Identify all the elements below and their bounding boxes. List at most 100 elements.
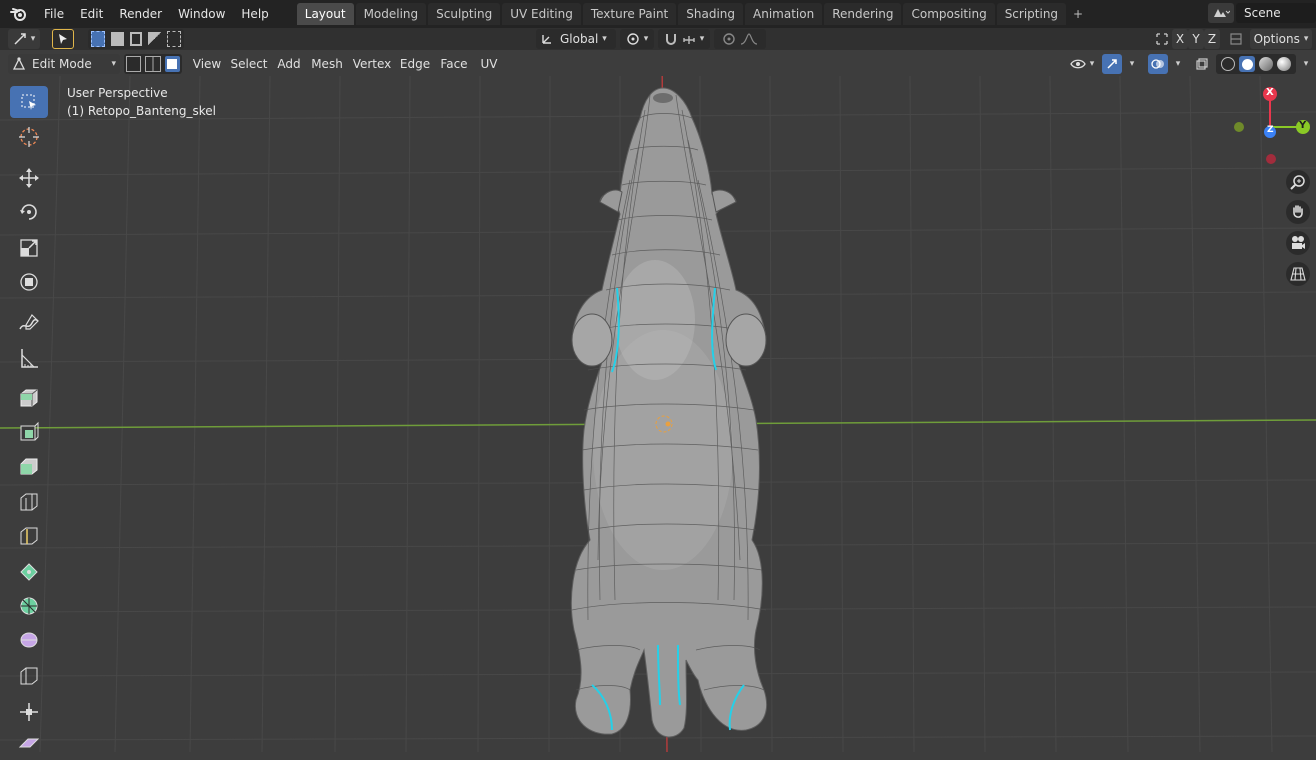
tab-shading[interactable]: Shading xyxy=(678,3,743,25)
falloff-curve-icon[interactable] xyxy=(740,32,758,46)
tab-animation[interactable]: Animation xyxy=(745,3,823,25)
edge-select-icon[interactable] xyxy=(145,56,161,72)
perspective-toggle-icon[interactable] xyxy=(1286,262,1310,286)
pan-hand-icon[interactable] xyxy=(1286,200,1310,224)
vertex-select-icon[interactable] xyxy=(126,56,142,72)
chevron-down-icon: ▾ xyxy=(1089,59,1095,69)
loop-cut-tool[interactable] xyxy=(10,520,48,552)
wireframe-shading-icon[interactable] xyxy=(1221,57,1235,71)
select-box-intersect-icon[interactable] xyxy=(166,31,181,47)
knife-tool[interactable] xyxy=(10,556,48,588)
workspace-tabs: Layout Modeling Sculpting UV Editing Tex… xyxy=(296,3,1088,25)
face-select-icon[interactable] xyxy=(164,56,180,72)
overlays-dropdown-icon[interactable]: ▾ xyxy=(1168,54,1184,74)
select-box-tool[interactable] xyxy=(10,86,48,118)
visibility-dropdown[interactable]: ▾ xyxy=(1066,54,1098,74)
tab-scripting[interactable]: Scripting xyxy=(996,3,1067,25)
tab-sculpting[interactable]: Sculpting xyxy=(428,3,501,25)
bevel-tool[interactable] xyxy=(10,486,48,518)
spin-tool[interactable] xyxy=(10,624,48,656)
menu-help[interactable]: Help xyxy=(233,3,276,25)
3d-viewport[interactable]: User Perspective (1) Retopo_Banteng_skel xyxy=(0,76,1316,752)
gizmo-toggle-icon[interactable] xyxy=(1102,54,1122,74)
menu-render[interactable]: Render xyxy=(111,3,170,25)
measure-tool[interactable] xyxy=(10,342,48,374)
viewport-object-label: (1) Retopo_Banteng_skel xyxy=(67,104,216,118)
menu-uv[interactable]: UV xyxy=(476,54,502,74)
shrink-fatten-tool[interactable] xyxy=(10,696,48,728)
mode-label: Edit Mode xyxy=(32,57,92,71)
mirror-options-icon[interactable] xyxy=(1150,29,1174,49)
chevron-down-icon: ▾ xyxy=(602,34,607,44)
add-cube-tool[interactable] xyxy=(10,382,48,414)
rotate-icon xyxy=(20,204,37,220)
select-mode-buttons xyxy=(88,29,184,49)
mirror-x-toggle[interactable]: X xyxy=(1172,29,1188,49)
tab-texture-paint[interactable]: Texture Paint xyxy=(582,3,677,25)
overlays-toggle-icon[interactable] xyxy=(1148,54,1168,74)
menu-vertex[interactable]: Vertex xyxy=(350,54,394,74)
eye-icon xyxy=(1069,59,1086,69)
material-shading-icon[interactable] xyxy=(1259,57,1273,71)
scale-tool[interactable] xyxy=(10,232,48,264)
cursor-tool[interactable] xyxy=(10,121,48,153)
transform-tool[interactable] xyxy=(10,266,48,298)
select-box-new-icon[interactable] xyxy=(91,31,106,47)
mirror-z-toggle[interactable]: Z xyxy=(1204,29,1220,49)
menu-face[interactable]: Face xyxy=(436,54,472,74)
menu-select[interactable]: Select xyxy=(228,54,270,74)
select-cursor-button[interactable] xyxy=(52,29,74,49)
transform-orientation-dropdown[interactable]: Global ▾ xyxy=(536,29,616,49)
extrude-tool[interactable] xyxy=(10,416,48,448)
menu-window[interactable]: Window xyxy=(170,3,233,25)
topology-mirror-icon[interactable] xyxy=(1226,29,1246,49)
shear-tool[interactable] xyxy=(10,728,48,760)
options-dropdown[interactable]: Options ▾ xyxy=(1250,29,1312,49)
move-tool[interactable] xyxy=(10,162,48,194)
proportional-editing-controls xyxy=(714,29,766,49)
zoom-icon[interactable] xyxy=(1286,170,1310,194)
tab-rendering[interactable]: Rendering xyxy=(824,3,902,25)
navigation-gizmo[interactable]: X Y Z xyxy=(1230,86,1310,166)
chevron-down-icon: ▾ xyxy=(111,59,116,69)
tab-uv-editing[interactable]: UV Editing xyxy=(502,3,581,25)
menu-edit[interactable]: Edit xyxy=(72,3,111,25)
poly-build-tool[interactable] xyxy=(10,590,48,622)
scene-browse-icon[interactable] xyxy=(1208,3,1234,23)
blender-logo-icon[interactable] xyxy=(8,3,30,25)
loop-cut-icon xyxy=(20,527,38,545)
menu-file[interactable]: File xyxy=(36,3,72,25)
tool-mode-dropdown[interactable]: ▾ xyxy=(8,29,40,49)
scene-name-field[interactable]: Scene xyxy=(1236,3,1316,23)
tab-layout[interactable]: Layout xyxy=(296,3,354,25)
mirror-y-toggle[interactable]: Y xyxy=(1188,29,1204,49)
banteng-mesh[interactable] xyxy=(570,87,768,738)
inset-faces-tool[interactable] xyxy=(10,450,48,482)
options-label: Options xyxy=(1253,32,1300,46)
camera-view-icon[interactable] xyxy=(1286,231,1310,255)
solid-shading-icon[interactable] xyxy=(1239,56,1255,72)
tab-modeling[interactable]: Modeling xyxy=(355,3,427,25)
select-box-invert-icon[interactable] xyxy=(148,32,161,46)
proportional-edit-icon[interactable] xyxy=(722,32,736,46)
select-box-extend-icon[interactable] xyxy=(111,32,124,46)
snap-increment-icon[interactable] xyxy=(682,32,696,46)
rotate-tool[interactable] xyxy=(10,196,48,228)
gizmo-dropdown-icon[interactable]: ▾ xyxy=(1122,54,1138,74)
xray-toggle-icon[interactable] xyxy=(1192,54,1212,74)
rendered-shading-icon[interactable] xyxy=(1277,57,1291,71)
annotate-tool[interactable] xyxy=(10,306,48,338)
shading-dropdown-icon[interactable]: ▾ xyxy=(1296,54,1312,74)
snap-magnet-icon[interactable] xyxy=(664,32,678,46)
pivot-point-dropdown[interactable]: ▾ xyxy=(620,29,654,49)
select-box-subtract-icon[interactable] xyxy=(129,32,143,46)
menu-add[interactable]: Add xyxy=(274,54,304,74)
tab-compositing[interactable]: Compositing xyxy=(903,3,995,25)
menu-edge[interactable]: Edge xyxy=(398,54,432,74)
gizmo-z-label: Z xyxy=(1267,125,1274,135)
smooth-tool[interactable] xyxy=(10,660,48,692)
menu-view[interactable]: View xyxy=(190,54,224,74)
add-workspace-button[interactable]: + xyxy=(1068,3,1088,25)
menu-mesh[interactable]: Mesh xyxy=(308,54,346,74)
edit-mode-dropdown[interactable]: Edit Mode ▾ xyxy=(8,54,120,74)
